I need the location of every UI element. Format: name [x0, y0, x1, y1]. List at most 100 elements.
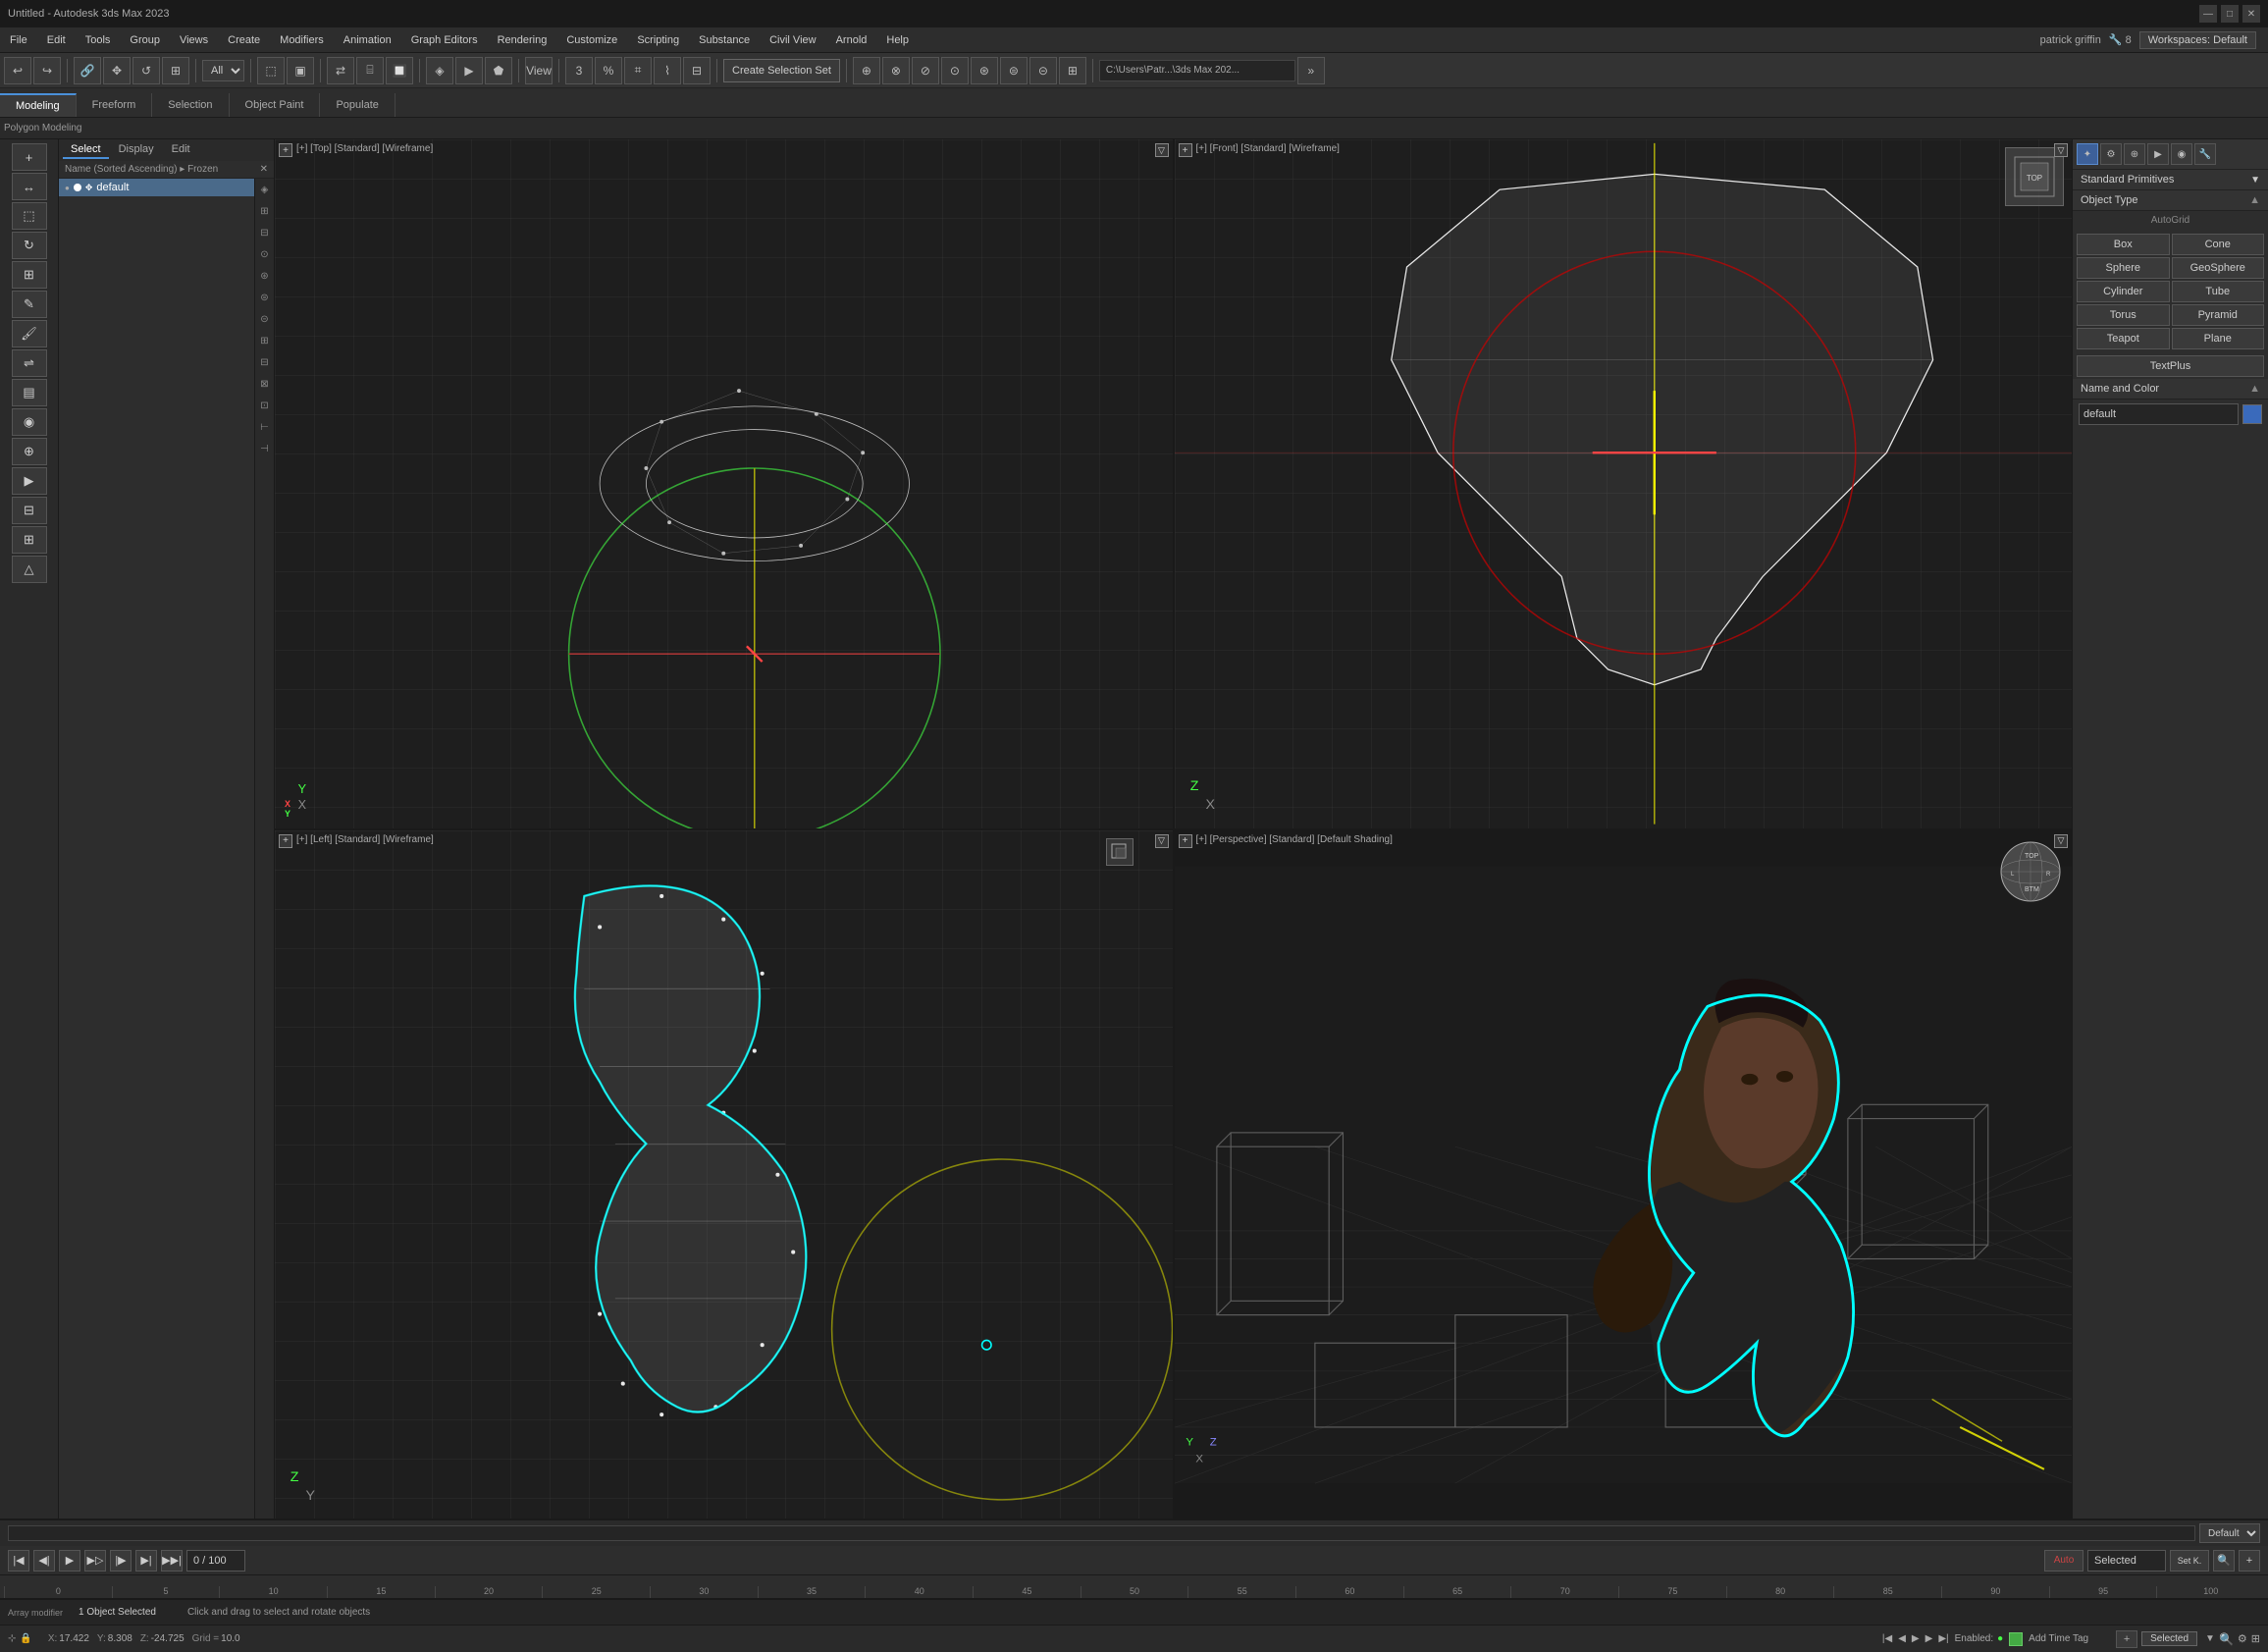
scene-side-icon-5[interactable]: ⊛: [255, 265, 274, 287]
snap-toggle[interactable]: 🔲: [386, 57, 413, 84]
menu-arnold[interactable]: Arnold: [826, 27, 877, 52]
scene-side-icon-11[interactable]: ⊡: [255, 395, 274, 416]
left-paint-btn[interactable]: 🖌: [12, 320, 47, 347]
selected-dropdown-icon[interactable]: ▼: [2205, 1633, 2215, 1644]
menu-customize[interactable]: Customize: [556, 27, 627, 52]
color-swatch[interactable]: [2242, 404, 2262, 424]
left-render-btn[interactable]: ▶: [12, 467, 47, 495]
play-btn[interactable]: ▶: [59, 1550, 80, 1572]
left-snap-btn[interactable]: ⊕: [12, 438, 47, 465]
tab-selection[interactable]: Selection: [152, 93, 229, 117]
percent-btn[interactable]: %: [595, 57, 622, 84]
layer-btn[interactable]: ⊘: [912, 57, 939, 84]
add-time-tag-btn[interactable]: Add Time Tag: [2029, 1633, 2088, 1644]
rp-create-icon[interactable]: ✦: [2077, 143, 2098, 165]
scene-side-icon-13[interactable]: ⊣: [255, 438, 274, 459]
move-tool[interactable]: ✥: [103, 57, 131, 84]
left-move-btn[interactable]: ↔: [12, 173, 47, 200]
left-display-btn[interactable]: ◉: [12, 408, 47, 436]
next-frame-btn[interactable]: ▶|: [135, 1550, 157, 1572]
render-setup[interactable]: ◈: [426, 57, 453, 84]
left-rotate-btn[interactable]: ↻: [12, 232, 47, 259]
menu-rendering[interactable]: Rendering: [488, 27, 557, 52]
rotate-tool[interactable]: ↺: [132, 57, 160, 84]
prev-key-btn[interactable]: ◀|: [33, 1550, 55, 1572]
plus-icon-btn[interactable]: +: [2239, 1550, 2260, 1572]
set-key-btn[interactable]: Set K.: [2170, 1550, 2209, 1572]
angle-snap[interactable]: ⊛: [971, 57, 998, 84]
viewport-front[interactable]: + [+] [Front] [Standard] [Wireframe] ▽ T…: [1175, 139, 2073, 828]
left-helper-btn[interactable]: △: [12, 556, 47, 583]
object-type-section-header[interactable]: Object Type ▲: [2073, 190, 2268, 211]
scene-tab-select[interactable]: Select: [63, 141, 109, 159]
settings-status-icon[interactable]: ⚙: [2238, 1632, 2247, 1645]
menu-scripting[interactable]: Scripting: [627, 27, 689, 52]
material-editor[interactable]: ⬟: [485, 57, 512, 84]
scene-close-icon[interactable]: ✕: [260, 164, 268, 175]
timeline-scrubber[interactable]: [8, 1525, 2195, 1541]
std-primitives-dropdown-icon[interactable]: ▼: [2250, 175, 2260, 186]
tab-freeform[interactable]: Freeform: [77, 93, 153, 117]
align2-btn[interactable]: ⊟: [683, 57, 711, 84]
menu-modifiers[interactable]: Modifiers: [270, 27, 334, 52]
select-btn[interactable]: ⬚: [257, 57, 285, 84]
green-indicator[interactable]: [2009, 1632, 2023, 1646]
scene-tab-display[interactable]: Display: [111, 141, 162, 159]
menu-tools[interactable]: Tools: [76, 27, 121, 52]
scene-side-icon-2[interactable]: ⊞: [255, 200, 274, 222]
box-btn[interactable]: Box: [2077, 234, 2170, 255]
scene-side-icon-3[interactable]: ⊟: [255, 222, 274, 243]
transform-btn[interactable]: ⊞: [1059, 57, 1086, 84]
more-status-icon[interactable]: ⊞: [2251, 1632, 2260, 1645]
rp-motion-icon[interactable]: ▶: [2147, 143, 2169, 165]
tube-btn[interactable]: Tube: [2172, 281, 2265, 302]
left-mirror-btn[interactable]: ⇌: [12, 349, 47, 377]
align-btn[interactable]: ⌸: [356, 57, 384, 84]
enabled-transport-prev[interactable]: |◀: [1882, 1633, 1892, 1644]
torus-btn[interactable]: Torus: [2077, 304, 2170, 326]
left-align-btn[interactable]: ▤: [12, 379, 47, 406]
snap-3d[interactable]: 3: [565, 57, 593, 84]
pyramid-btn[interactable]: Pyramid: [2172, 304, 2265, 326]
plane-btn[interactable]: Plane: [2172, 328, 2265, 349]
vp-perspective-plus[interactable]: +: [1179, 834, 1192, 848]
filter-select[interactable]: All: [202, 60, 244, 81]
play-selected-btn[interactable]: ▶▷: [84, 1550, 106, 1572]
scale-tool[interactable]: ⊞: [162, 57, 189, 84]
enabled-transport-next2[interactable]: ▶|: [1938, 1633, 1948, 1644]
spinner-snap[interactable]: ⊝: [1029, 57, 1057, 84]
scene-side-icon-6[interactable]: ⊜: [255, 287, 274, 308]
selected-display[interactable]: Selected: [2087, 1550, 2166, 1572]
create-selection-set-btn[interactable]: Create Selection Set: [723, 59, 840, 82]
vp-top-filter[interactable]: ▽: [1155, 143, 1169, 157]
view-btn[interactable]: View: [525, 57, 553, 84]
expand-btn[interactable]: »: [1297, 57, 1325, 84]
auto-key-btn[interactable]: Auto: [2044, 1550, 2083, 1572]
lock-indicator[interactable]: ⊹ 🔒: [8, 1633, 32, 1644]
menu-file[interactable]: File: [0, 27, 37, 52]
viewport-top[interactable]: + [+] [Top] [Standard] [Wireframe] ▽: [275, 139, 1173, 828]
vp-front-plus[interactable]: +: [1179, 143, 1192, 157]
rp-display-icon[interactable]: ◉: [2171, 143, 2192, 165]
rp-utilities-icon[interactable]: 🔧: [2194, 143, 2216, 165]
scene-side-icon-4[interactable]: ⊙: [255, 243, 274, 265]
lock-icon[interactable]: 🔒: [20, 1633, 31, 1644]
name-input-field[interactable]: [2079, 403, 2239, 425]
left-layer-btn[interactable]: ⊟: [12, 497, 47, 524]
scene-side-icon-1[interactable]: ◈: [255, 179, 274, 200]
scene-side-icon-10[interactable]: ⊠: [255, 373, 274, 395]
percent-snap[interactable]: ⊜: [1000, 57, 1028, 84]
select-tool[interactable]: 🔗: [74, 57, 101, 84]
minimize-btn[interactable]: —: [2199, 5, 2217, 23]
vp-perspective-filter[interactable]: ▽: [2054, 834, 2068, 848]
menu-civil-view[interactable]: Civil View: [760, 27, 825, 52]
rp-hierarchy-icon[interactable]: ⊕: [2124, 143, 2145, 165]
vp-front-filter[interactable]: ▽: [2054, 143, 2068, 157]
vp-left-filter[interactable]: ▽: [1155, 834, 1169, 848]
scene-item-visibility-icon[interactable]: ●: [65, 184, 70, 192]
scene-side-icon-7[interactable]: ⊝: [255, 308, 274, 330]
render-btn[interactable]: ▶: [455, 57, 483, 84]
plus-frame-btn[interactable]: +: [2116, 1630, 2137, 1648]
menu-substance[interactable]: Substance: [689, 27, 760, 52]
constraint-btn[interactable]: ⊗: [882, 57, 910, 84]
